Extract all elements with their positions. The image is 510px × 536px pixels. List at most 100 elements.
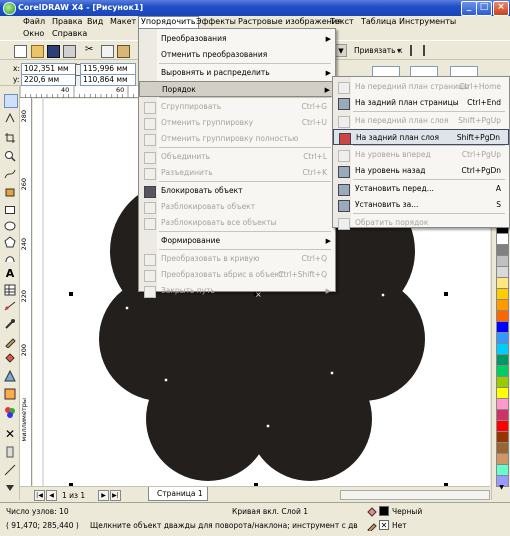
- menu-item-shortcut: Ctrl+End: [467, 98, 501, 107]
- menu-item-label: Порядок: [162, 85, 196, 94]
- scroll-down-icon[interactable]: [4, 482, 16, 494]
- arrange-menu-item[interactable]: Порядок ▶: [139, 81, 335, 97]
- menu-item-shortcut: A: [495, 184, 501, 193]
- paste-icon[interactable]: [117, 45, 130, 58]
- x-label: x:: [13, 64, 20, 73]
- arrange-menu-item: Отменить группировку Ctrl+U: [139, 115, 335, 131]
- menu-bitmaps[interactable]: Растровые изображения: [238, 17, 342, 26]
- palette-scroll-down-icon[interactable]: ▼: [496, 484, 507, 492]
- outline-swatch[interactable]: ✕: [379, 520, 389, 530]
- maximize-button[interactable]: □: [476, 1, 492, 16]
- menu-table[interactable]: Таблица: [361, 17, 396, 26]
- menu-effects[interactable]: Эффекты: [196, 17, 236, 26]
- menu-help[interactable]: Справка: [52, 29, 87, 38]
- arrange-menu-item: Разблокировать объект: [139, 199, 335, 215]
- height-field[interactable]: 110,864 мм: [80, 74, 136, 86]
- color-palette-tool-icon[interactable]: [4, 406, 16, 418]
- fill-tool-icon[interactable]: [4, 352, 16, 364]
- menu-file[interactable]: Файл: [23, 17, 45, 26]
- menu-layout[interactable]: Макет: [110, 17, 136, 26]
- menu-text[interactable]: Текст: [330, 17, 354, 26]
- ruler-number: 240: [20, 238, 28, 251]
- basic-shapes-tool-icon[interactable]: [4, 252, 16, 264]
- snap-dropdown-icon[interactable]: ▾: [397, 46, 401, 55]
- order-submenu: На передний план страницы Ctrl+Home На зад…: [332, 76, 510, 230]
- rectangle-tool-icon[interactable]: [4, 204, 16, 216]
- order-menu-item[interactable]: Установить за... S: [333, 197, 509, 213]
- new-document-icon[interactable]: [14, 45, 27, 58]
- menu-window[interactable]: Окно: [23, 29, 44, 38]
- unlock-icon: [144, 202, 156, 214]
- interactive-fill-tool-icon[interactable]: [4, 369, 16, 382]
- close-button[interactable]: ×: [493, 1, 509, 16]
- menu-view[interactable]: Вид: [87, 17, 103, 26]
- menu-item-label: Установить за...: [355, 200, 419, 209]
- next-page-button[interactable]: ▶: [98, 490, 109, 501]
- ellipse-tool-icon[interactable]: [4, 220, 16, 232]
- crop-tool-icon[interactable]: [4, 132, 16, 144]
- vertical-ruler[interactable]: 280 260 240 220 200 миллиметры: [20, 98, 32, 486]
- prev-page-button[interactable]: ◀: [46, 490, 57, 501]
- zoom-tool-icon[interactable]: [4, 150, 16, 162]
- table-tool-icon[interactable]: [4, 284, 16, 296]
- copy-icon[interactable]: [101, 45, 114, 58]
- fill-swatch[interactable]: [379, 506, 389, 516]
- arrange-menu-item[interactable]: Блокировать объект: [139, 183, 335, 199]
- arrange-menu-item[interactable]: Преобразования ▶: [139, 31, 335, 47]
- order-menu-item[interactable]: На уровень назад Ctrl+PgDn: [333, 163, 509, 179]
- behind-icon: [338, 200, 350, 212]
- menu-item-label: Выровнять и распределить: [161, 68, 270, 77]
- arrange-menu-item: Преобразовать абрис в объект Ctrl+Shift+Q: [139, 267, 335, 283]
- submenu-arrow-icon: ▶: [325, 35, 331, 43]
- arrange-menu-item[interactable]: Выровнять и распределить ▶: [139, 65, 335, 81]
- save-icon[interactable]: [47, 45, 60, 58]
- y-position-field[interactable]: 220,6 мм: [21, 74, 77, 86]
- menu-separator: [159, 181, 331, 182]
- freehand-tool-icon[interactable]: [4, 168, 16, 180]
- order-menu-item[interactable]: Установить перед... A: [333, 181, 509, 197]
- menu-separator: [353, 145, 505, 146]
- open-folder-icon[interactable]: [31, 45, 44, 58]
- zoom-dropdown-arrow-icon[interactable]: ▼: [335, 44, 347, 57]
- horizontal-scrollbar[interactable]: [340, 490, 490, 500]
- menu-item-label: Разъединить: [161, 168, 213, 177]
- first-page-button[interactable]: |◀: [34, 490, 45, 501]
- options-icon[interactable]: [410, 45, 425, 56]
- snap-to-label[interactable]: Привязать к: [354, 46, 403, 55]
- break-apart-icon: [144, 168, 156, 180]
- coreldraw-app-icon: [3, 2, 16, 15]
- dimension-tool-icon[interactable]: [4, 300, 16, 312]
- page-tab[interactable]: Страница 1: [148, 487, 208, 501]
- transparency-tool-icon[interactable]: [4, 446, 16, 458]
- eyedropper-tool-icon[interactable]: [4, 318, 16, 330]
- arrange-menu-item[interactable]: Формирование ▶: [139, 233, 335, 249]
- polygon-tool-icon[interactable]: [4, 236, 16, 248]
- mesh-fill-tool-icon[interactable]: [4, 388, 16, 400]
- print-icon[interactable]: [63, 45, 76, 58]
- menu-tools[interactable]: Инструменты: [399, 17, 456, 26]
- pick-tool-icon[interactable]: [4, 94, 18, 108]
- status-hint: Щелкните объект дважды для поворота/накл…: [90, 521, 358, 530]
- lock-icon: [144, 186, 156, 198]
- menu-separator: [159, 249, 331, 250]
- arrange-menu-item[interactable]: Отменить преобразования: [139, 47, 335, 63]
- outline-pen-icon: [367, 521, 377, 533]
- smart-fill-tool-icon[interactable]: [4, 186, 16, 198]
- no-fill-icon[interactable]: ✕: [4, 428, 16, 440]
- menu-item-label: Установить перед...: [355, 184, 434, 193]
- outline-pen-tool-icon[interactable]: [4, 336, 16, 349]
- menu-arrange[interactable]: Упорядочить: [138, 16, 199, 28]
- menu-edit[interactable]: Правка: [52, 17, 82, 26]
- connector-tool-icon[interactable]: [4, 464, 16, 476]
- node-count: Число узлов: 10: [6, 507, 69, 516]
- menu-item-label: На уровень вперед: [355, 150, 431, 159]
- close-path-icon: [144, 286, 156, 298]
- last-page-button[interactable]: ▶|: [110, 490, 121, 501]
- ruler-units-label: миллиметры: [20, 398, 28, 442]
- text-tool-icon[interactable]: A: [4, 268, 16, 280]
- order-menu-item[interactable]: На задний план слоя Shift+PgDn: [333, 129, 509, 145]
- minimize-button[interactable]: _: [461, 1, 477, 16]
- shape-tool-icon[interactable]: [4, 112, 16, 124]
- cut-icon[interactable]: ✂: [85, 45, 96, 56]
- order-menu-item[interactable]: На задний план страницы Ctrl+End: [333, 95, 509, 111]
